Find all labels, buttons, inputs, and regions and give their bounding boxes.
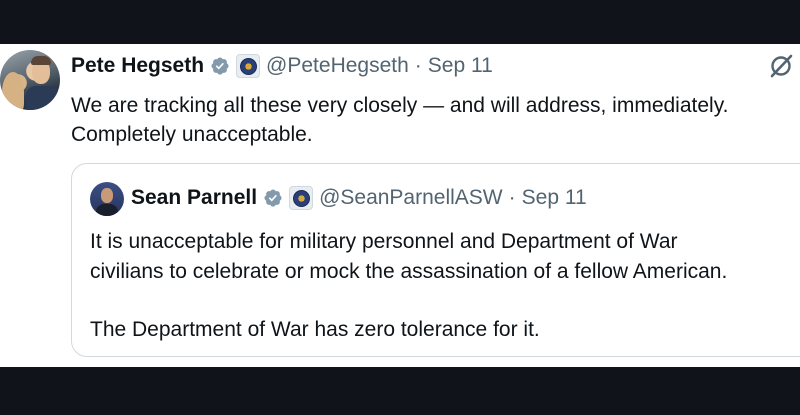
author-avatar[interactable]	[0, 50, 60, 110]
department-seal-icon	[289, 186, 314, 210]
quoted-author-handle[interactable]: @SeanParnellASW	[319, 186, 503, 210]
quoted-text-line: It is unacceptable for military personne…	[90, 230, 678, 253]
tweet-text-line: Completely unacceptable.	[71, 123, 313, 146]
tweet-text: We are tracking all these very closely —…	[71, 91, 791, 149]
author-handle[interactable]: @PeteHegseth	[266, 54, 409, 78]
author-name[interactable]: Pete Hegseth	[71, 54, 204, 78]
verified-badge-icon	[210, 56, 230, 76]
quoted-author-name[interactable]: Sean Parnell	[131, 186, 257, 210]
department-seal-icon	[236, 54, 261, 78]
verified-badge-icon	[263, 188, 283, 208]
header-separator: ·	[414, 54, 422, 77]
x-logo-icon[interactable]	[768, 53, 794, 79]
tweet-date[interactable]: Sep 11	[428, 54, 493, 78]
quoted-tweet-text: It is unacceptable for military personne…	[90, 227, 800, 345]
header-separator: ·	[508, 186, 516, 209]
tweet-card[interactable]: Pete Hegseth @PeteHegseth · Sep 11 We ar…	[0, 44, 800, 367]
quoted-author-avatar[interactable]	[90, 182, 124, 216]
quoted-text-line: The Department of War has zero tolerance…	[90, 318, 540, 341]
quoted-tweet[interactable]: Sean Parnell @SeanParnellASW · Sep 11 It…	[71, 163, 800, 357]
quoted-text-line: civilians to celebrate or mock the assas…	[90, 260, 728, 283]
quoted-tweet-header: Sean Parnell @SeanParnellASW · Sep 11	[131, 186, 587, 210]
tweet-text-line: We are tracking all these very closely —…	[71, 94, 729, 117]
tweet-header: Pete Hegseth @PeteHegseth · Sep 11	[71, 54, 493, 78]
quoted-tweet-date[interactable]: Sep 11	[522, 186, 587, 210]
